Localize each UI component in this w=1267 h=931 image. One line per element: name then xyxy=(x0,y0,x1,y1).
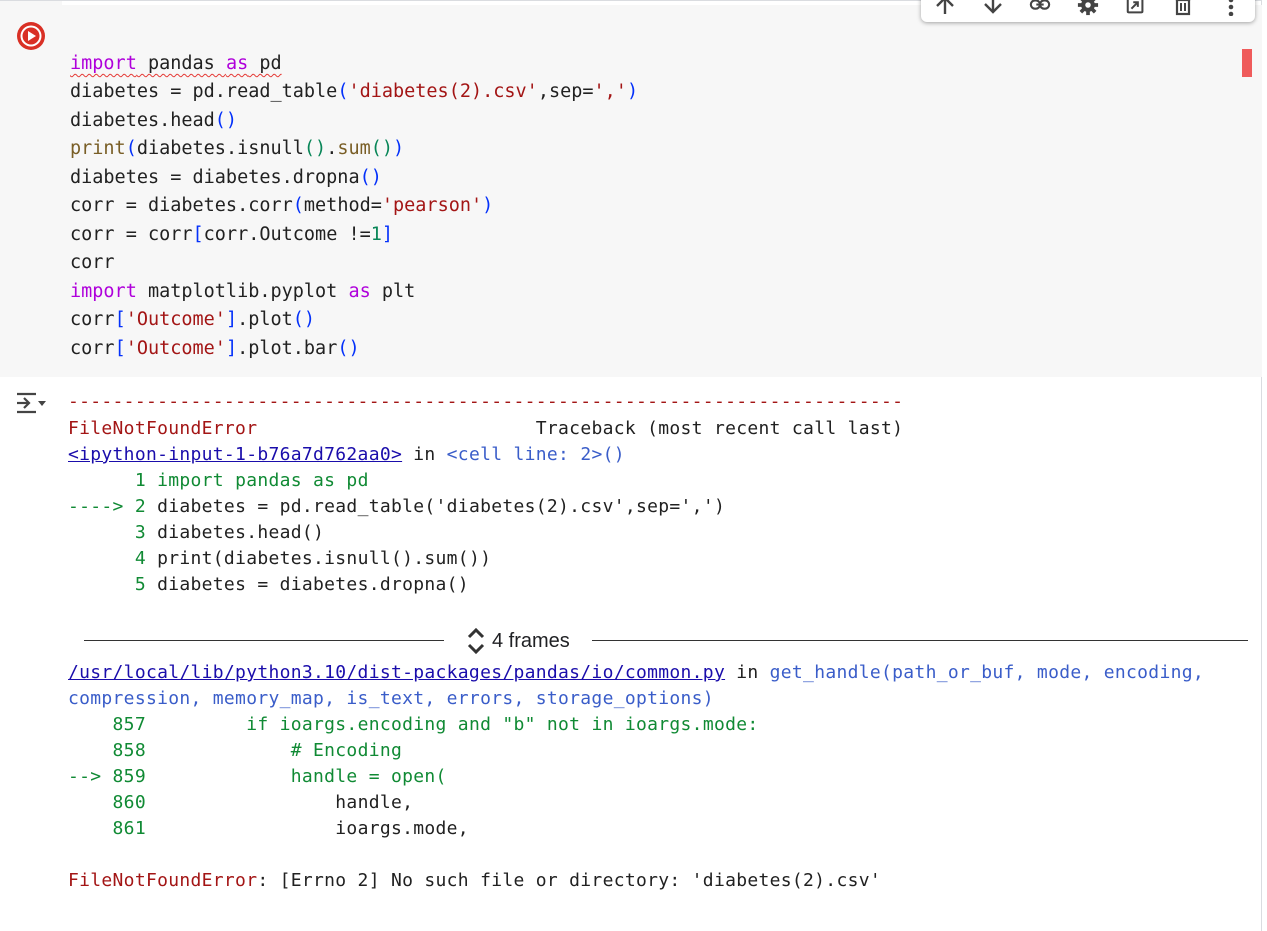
expand-collapse-icon xyxy=(467,627,485,655)
code-cell: import pandas as pd diabetes = pd.read_t… xyxy=(0,0,1262,931)
code-line-11: corr['Outcome'].plot.bar() xyxy=(70,338,360,359)
cell-gutter xyxy=(0,1,62,377)
code-line-7: corr = corr[corr.Outcome !=1] xyxy=(70,224,394,245)
frame2-args: compression, memory_map, is_text, errors… xyxy=(68,688,714,709)
code-line-2: diabetes = pd.read_table('diabetes(2).cs… xyxy=(70,81,639,102)
frames-toggle-button[interactable]: 4 frames xyxy=(466,625,570,657)
settings-icon[interactable] xyxy=(1077,0,1099,16)
traceback-separator: ----------------------------------------… xyxy=(68,391,904,412)
code-line-9: import matplotlib.pyplot as plt xyxy=(70,281,416,302)
frame2-link[interactable]: /usr/local/lib/python3.10/dist-packages/… xyxy=(68,662,725,683)
mirror-cell-icon[interactable] xyxy=(1125,0,1147,16)
frames-rule-right xyxy=(592,640,1248,641)
frame2-location: /usr/local/lib/python3.10/dist-packages/… xyxy=(68,662,1204,683)
traceback-header: FileNotFoundError Traceback (most recent… xyxy=(68,418,904,439)
code-line-1: import pandas as pd xyxy=(70,53,282,74)
frames-label: 4 frames xyxy=(492,629,570,652)
code-line-3: diabetes.head() xyxy=(70,110,238,131)
frames-rule-left xyxy=(84,640,444,641)
move-up-icon[interactable] xyxy=(934,0,956,16)
code-line-10: corr['Outcome'].plot() xyxy=(70,309,316,330)
collapsed-frames: 4 frames xyxy=(84,625,1248,657)
delete-icon[interactable] xyxy=(1172,0,1194,16)
frame1-location: <ipython-input-1-b76a7d762aa0> in <cell … xyxy=(68,444,625,465)
run-cell-button[interactable] xyxy=(17,22,45,50)
output-toggle-icon[interactable] xyxy=(14,389,48,419)
code-line-8: corr xyxy=(70,252,115,273)
frame2-line-5: 861 ioargs.mode, xyxy=(68,818,469,839)
code-line-6: corr = diabetes.corr(method='pearson') xyxy=(70,195,494,216)
play-icon xyxy=(20,25,42,47)
frame1-line-2: ----> 2 diabetes = pd.read_table('diabet… xyxy=(68,496,726,517)
cell-toolbar xyxy=(921,0,1255,22)
frame1-line-5: 5 diabetes = diabetes.dropna() xyxy=(68,574,469,595)
code-line-5: diabetes = diabetes.dropna() xyxy=(70,167,382,188)
frame2-line-4: 860 handle, xyxy=(68,792,414,813)
frame1-line-4: 4 print(diabetes.isnull().sum()) xyxy=(68,548,492,569)
code-line-4: print(diabetes.isnull().sum()) xyxy=(70,138,405,159)
move-down-icon[interactable] xyxy=(982,0,1004,16)
scroll-indicator xyxy=(1242,49,1252,77)
frame2-line-2: 858 # Encoding xyxy=(68,740,403,761)
code-editor[interactable]: import pandas as pd diabetes = pd.read_t… xyxy=(62,5,1262,377)
frame2-line-1: 857 if ioargs.encoding and "b" not in io… xyxy=(68,714,759,735)
final-error: FileNotFoundError: [Errno 2] No such fil… xyxy=(68,870,881,891)
frame2-line-3: --> 859 handle = open( xyxy=(68,766,447,787)
more-icon[interactable] xyxy=(1220,0,1242,16)
frame1-link[interactable]: <ipython-input-1-b76a7d762aa0> xyxy=(68,444,402,465)
frame1-line-1: 1 import pandas as pd xyxy=(68,470,369,491)
link-icon[interactable] xyxy=(1029,0,1051,16)
frame1-line-3: 3 diabetes.head() xyxy=(68,522,325,543)
